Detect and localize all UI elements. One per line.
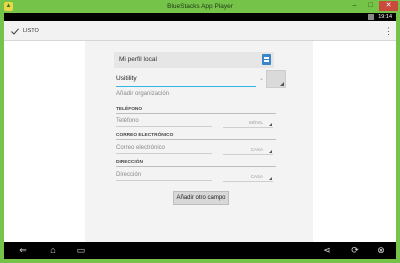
address-section-header: DIRECCIÓN xyxy=(116,160,276,167)
add-organization-link[interactable]: Añadir organización xyxy=(116,91,169,97)
bluestacks-logo-icon: ▲ xyxy=(4,2,13,11)
done-button[interactable]: LISTO xyxy=(11,21,39,41)
window-titlebar[interactable]: ▲ BlueStacks App Player – □ ✕ xyxy=(0,0,400,13)
main-content: Mi perfil local Usitility ⌄ Añadir organ… xyxy=(4,41,396,242)
name-input[interactable]: Usitility ⌄ xyxy=(116,72,264,87)
name-value: Usitility xyxy=(116,75,137,82)
phone-type-select[interactable]: MÓVIL xyxy=(223,118,273,128)
add-field-button[interactable]: Añadir otro campo xyxy=(173,191,229,205)
android-navigation-bar: ⇐ ⌂ ▭ ⋖ ⟳ ⊗ xyxy=(4,242,396,259)
phone-section-header: TELÉFONO xyxy=(116,107,276,114)
close-app-icon[interactable]: ⊗ xyxy=(370,242,392,259)
signal-icon xyxy=(368,14,374,20)
minimize-button[interactable]: – xyxy=(347,1,362,11)
overflow-menu-icon[interactable]: ⋮ xyxy=(384,25,393,37)
expand-name-icon[interactable]: ⌄ xyxy=(259,72,264,86)
recent-apps-icon[interactable]: ▭ xyxy=(70,242,92,259)
phone-input[interactable]: Teléfono xyxy=(116,118,212,127)
email-input[interactable]: Correo electrónico xyxy=(116,145,212,154)
done-label: LISTO xyxy=(23,28,39,34)
contact-edit-panel: Mi perfil local Usitility ⌄ Añadir organ… xyxy=(85,41,313,242)
contact-photo[interactable] xyxy=(266,70,286,88)
home-icon[interactable]: ⌂ xyxy=(42,242,64,259)
contact-card-icon xyxy=(262,54,271,65)
account-selector[interactable]: Mi perfil local xyxy=(114,52,274,68)
rotate-screen-icon[interactable]: ⟳ xyxy=(344,242,366,259)
maximize-button[interactable]: □ xyxy=(363,1,378,11)
profile-label: Mi perfil local xyxy=(119,56,157,63)
email-type-select[interactable]: CASA xyxy=(223,145,273,155)
bluestacks-window: ▲ BlueStacks App Player – □ ✕ 19:14 LIST… xyxy=(0,0,400,263)
window-title: BlueStacks App Player xyxy=(167,3,233,10)
back-icon[interactable]: ⇐ xyxy=(12,242,34,259)
address-type-select[interactable]: CASA xyxy=(223,172,273,182)
share-icon[interactable]: ⋖ xyxy=(316,242,338,259)
address-input[interactable]: Dirección xyxy=(116,172,212,181)
action-bar: LISTO ⋮ xyxy=(4,21,396,41)
status-time: 19:14 xyxy=(378,14,392,20)
window-bottom-border xyxy=(0,259,400,263)
close-window-button[interactable]: ✕ xyxy=(379,1,398,11)
window-controls: – □ ✕ xyxy=(347,1,398,12)
checkmark-icon xyxy=(11,27,19,35)
email-section-header: CORREO ELECTRÓNICO xyxy=(116,133,276,140)
android-status-bar: 19:14 xyxy=(4,13,396,21)
